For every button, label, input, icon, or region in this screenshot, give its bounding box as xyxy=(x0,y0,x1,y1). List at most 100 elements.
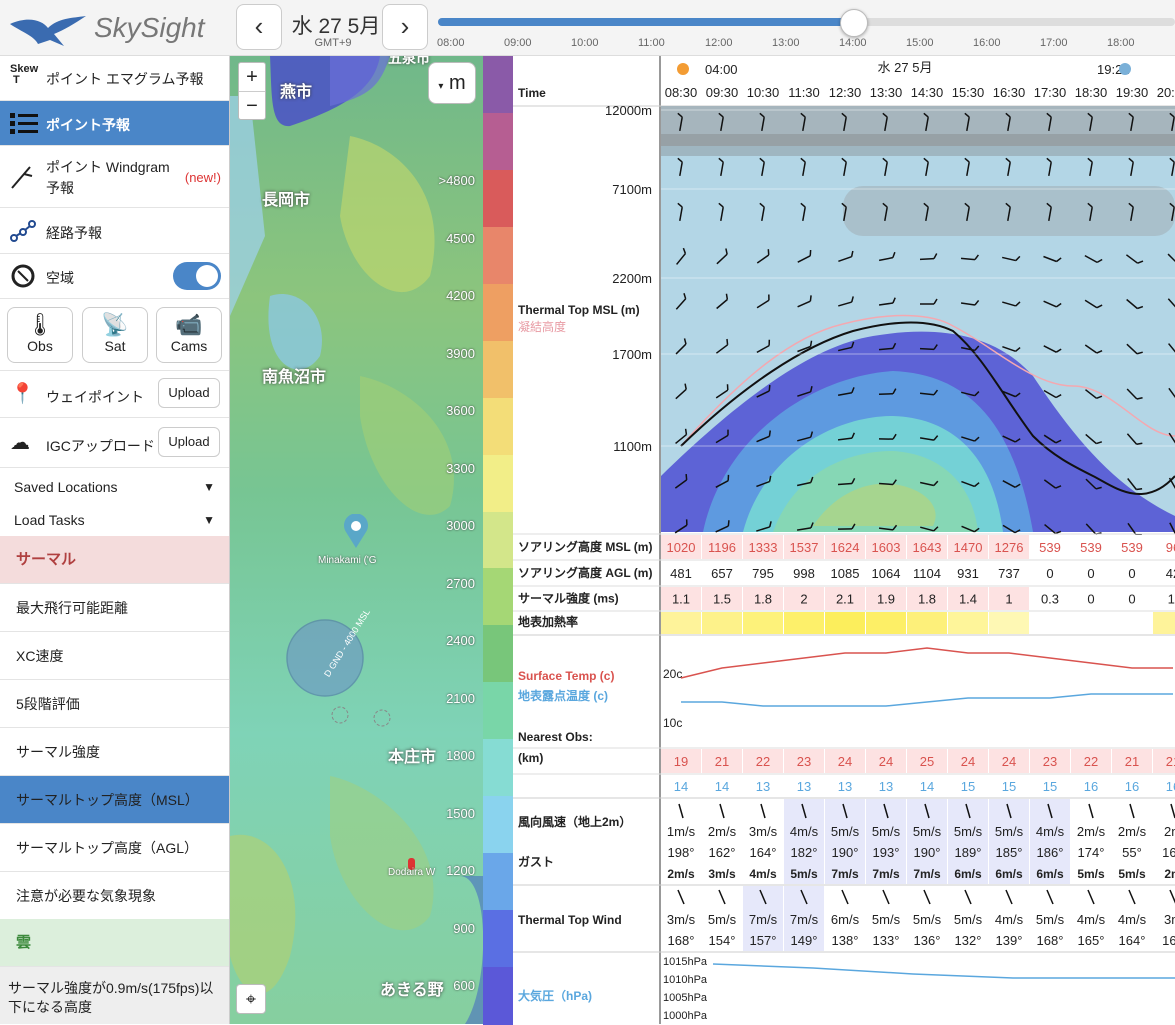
ttw-speed: 5m/s xyxy=(872,912,901,927)
thermometer-icon: 🌡 xyxy=(8,312,72,338)
scale-label: 4200 xyxy=(446,288,475,303)
cell-value: 25 xyxy=(920,754,934,769)
panel-date: 水 27 5月 xyxy=(878,60,933,75)
time-column: 19:30 xyxy=(1116,85,1149,100)
wind-speed: 2m/s xyxy=(1077,824,1106,839)
time-slider[interactable] xyxy=(438,18,1175,26)
cell-value: 0 xyxy=(1046,566,1053,581)
prev-day-button[interactable]: ‹ xyxy=(236,4,282,50)
thermal-header[interactable]: サーマル xyxy=(0,536,229,584)
map-pin-icon[interactable] xyxy=(342,514,370,546)
ttw-speed: 5m/s xyxy=(954,912,983,927)
igc-upload-button[interactable]: Upload xyxy=(158,427,220,457)
heating-cell xyxy=(989,612,1029,634)
locate-button[interactable]: ⌖ xyxy=(236,984,266,1014)
gust-value: 5m/s xyxy=(1118,867,1146,881)
time-column: 18:30 xyxy=(1075,85,1108,100)
thermal-layer-item[interactable]: 注意が必要な気象現象 xyxy=(0,872,229,920)
wind-speed: 2m/s xyxy=(1118,824,1147,839)
gust-value: 5m/s xyxy=(790,867,818,881)
pressure-axis-label: 1000hPa xyxy=(663,1010,708,1022)
ttw-speed: 3m/s xyxy=(667,912,696,927)
obs-button[interactable]: 🌡Obs xyxy=(7,307,73,363)
wind-arrow-icon xyxy=(679,804,683,818)
cloud-header[interactable]: 雲 xyxy=(0,919,229,967)
legend-swatch xyxy=(483,682,513,740)
surface-temp-line xyxy=(681,648,1173,678)
time-column: 11:30 xyxy=(788,85,820,100)
wind-direction: 162° xyxy=(709,845,736,860)
row-label: 地表加熱率 xyxy=(518,614,578,629)
pressure-axis-label: 1005hPa xyxy=(663,992,708,1004)
zoom-in-button[interactable]: + xyxy=(239,63,265,92)
scale-label: 2700 xyxy=(446,576,475,591)
legend-swatch xyxy=(483,113,513,171)
scale-label: 3000 xyxy=(446,518,475,533)
sidebar-item-route[interactable]: 経路予報 xyxy=(0,208,229,254)
units-selector[interactable]: ▾ m xyxy=(428,62,476,104)
cell-value: 21 xyxy=(1166,754,1175,769)
time-slider-handle[interactable] xyxy=(840,9,868,37)
heating-cell xyxy=(825,612,865,634)
cell-value: 539 xyxy=(1080,540,1102,555)
gust-value: 6m/s xyxy=(954,867,982,881)
sunset-icon xyxy=(1119,63,1131,75)
ttw-direction: 149° xyxy=(791,933,818,948)
wind-arrow-icon xyxy=(678,890,684,904)
next-day-button[interactable]: › xyxy=(382,4,428,50)
airspace-toggle[interactable] xyxy=(173,262,221,290)
sidebar-item-point-forecast[interactable]: ポイント予報 xyxy=(0,101,229,146)
thermal-layer-item[interactable]: 5段階評価 xyxy=(0,680,229,728)
wind-speed: 4m/s xyxy=(790,824,819,839)
cell-value: 0 xyxy=(1128,592,1135,607)
cell-value: 24 xyxy=(1002,754,1016,769)
time-tick: 15:00 xyxy=(906,37,934,49)
sidebar-item-emagram[interactable]: Skew T ポイント エマグラム予報 xyxy=(0,56,229,101)
cell-value: 23 xyxy=(1043,754,1057,769)
waypoint-upload-button[interactable]: Upload xyxy=(158,378,220,408)
time-tick: 17:00 xyxy=(1040,37,1068,49)
heating-cell xyxy=(661,612,701,634)
wind-direction: 168 xyxy=(1162,845,1175,860)
cell-value: 657 xyxy=(711,566,733,581)
zoom-out-button[interactable]: − xyxy=(239,92,265,120)
point-forecast-panel: 04:00水 27 5月19:21Time08:3009:3010:3011:3… xyxy=(513,56,1175,1024)
cell-value: 1.4 xyxy=(959,592,977,607)
map[interactable]: + − ▾ m 燕市 五泉市 長岡市 南魚沼市 本庄市 あきる野 Minakam… xyxy=(230,56,483,1024)
wind-speed: 4m/s xyxy=(1036,824,1065,839)
gust-value: 2m xyxy=(1164,867,1175,881)
cell-value: 1104 xyxy=(913,566,941,581)
sidebar-item-airspace[interactable]: 空域 xyxy=(0,254,229,299)
gust-value: 7m/s xyxy=(831,867,859,881)
pressure-axis-label: 1010hPa xyxy=(663,974,708,986)
load-tasks-dropdown[interactable]: Load Tasks ▼ xyxy=(0,501,229,536)
cell-value: 22 xyxy=(756,754,770,769)
cell-value: 0 xyxy=(1087,592,1094,607)
ttw-speed: 5m/s xyxy=(913,912,942,927)
scale-label: 4500 xyxy=(446,231,475,246)
saved-locations-dropdown[interactable]: Saved Locations ▼ xyxy=(0,468,229,501)
cell-value: 1.1 xyxy=(672,592,690,607)
time-tick: 16:00 xyxy=(973,37,1001,49)
sat-button[interactable]: 📡Sat xyxy=(82,307,148,363)
time-column: 16:30 xyxy=(993,85,1026,100)
cell-value: 0.3 xyxy=(1041,592,1059,607)
route-icon xyxy=(10,219,36,243)
time-column: 09:30 xyxy=(706,85,739,100)
thermal-layer-item[interactable]: サーマルトップ高度（MSL） xyxy=(0,776,229,824)
ttw-speed: 4m/s xyxy=(1077,912,1106,927)
thermal-layer-item[interactable]: サーマル強度 xyxy=(0,728,229,776)
sidebar-item-windgram[interactable]: ポイント Windgram 予報 (new!) xyxy=(0,146,229,208)
thermal-layer-item[interactable]: 最大飛行可能距離 xyxy=(0,584,229,632)
thermal-layer-item[interactable]: XC速度 xyxy=(0,632,229,680)
cell-value: 14 xyxy=(920,779,934,794)
cell-value: 1.8 xyxy=(918,592,936,607)
scale-label: 600 xyxy=(453,978,475,993)
waypoint-row: 📍 ウェイポイント Upload xyxy=(0,370,229,418)
airspace-icon xyxy=(10,263,36,289)
legend-swatch xyxy=(483,796,513,854)
cell-value: 13 xyxy=(756,779,770,794)
thermal-layer-item[interactable]: サーマルトップ高度（AGL） xyxy=(0,824,229,872)
cams-button[interactable]: 📹Cams xyxy=(156,307,222,363)
marker-label: Dodaira W xyxy=(388,867,435,878)
